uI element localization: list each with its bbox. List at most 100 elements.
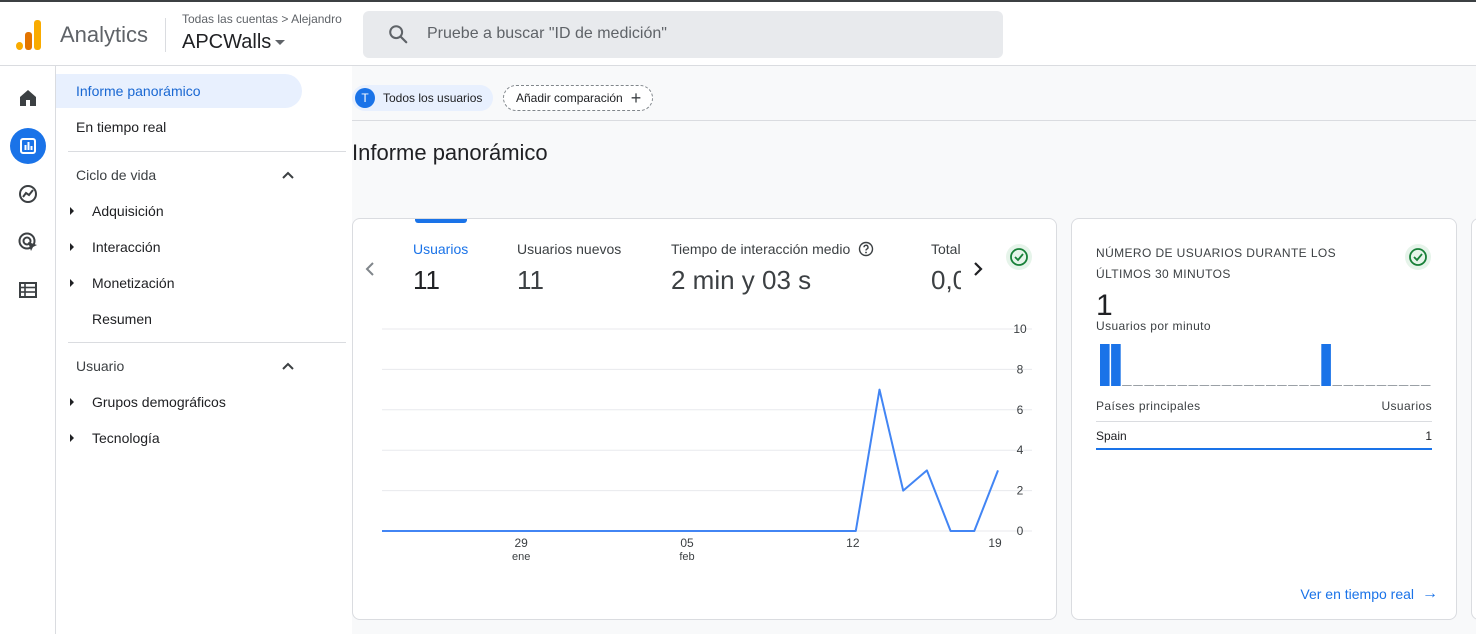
table-row[interactable]: Spain 1	[1096, 429, 1432, 443]
search-input[interactable]: Pruebe a buscar "ID de medición"	[427, 25, 667, 43]
y-tick-label: 4	[1017, 443, 1024, 457]
nav-item-monetization[interactable]: Monetización	[70, 268, 175, 298]
nav-item-overview[interactable]: Informe panorámico	[56, 74, 302, 108]
nav-item-technology[interactable]: Tecnología	[70, 423, 160, 453]
minute-bar[interactable]	[1155, 385, 1165, 386]
check-circle-icon[interactable]	[1006, 244, 1032, 270]
analytics-logo-icon[interactable]	[16, 20, 42, 50]
y-tick-label: 10	[1013, 322, 1027, 336]
reports-nav: Informe panorámico En tiempo real Ciclo …	[56, 66, 352, 634]
minute-bar[interactable]	[1310, 385, 1320, 386]
nav-item-label: Adquisición	[92, 203, 164, 219]
home-icon[interactable]	[10, 80, 46, 116]
nav-item-acquisition[interactable]: Adquisición	[70, 196, 164, 226]
view-realtime-link[interactable]: Ver en tiempo real →	[1300, 585, 1438, 603]
metric-label: Usuarios	[413, 241, 469, 257]
nav-item-realtime[interactable]: En tiempo real	[56, 110, 166, 144]
metric-label-text: Tiempo de interacción medio	[671, 241, 851, 257]
minute-bar[interactable]	[1321, 344, 1331, 386]
minute-bar[interactable]	[1243, 385, 1254, 386]
users-header: Usuarios	[1381, 399, 1432, 413]
minute-bar[interactable]	[1144, 385, 1154, 386]
segment-letter-icon: T	[355, 88, 375, 108]
metric-value: 11	[413, 265, 440, 295]
minute-bar[interactable]	[1177, 385, 1188, 386]
users-cell: 1	[1425, 429, 1432, 443]
arrow-right-icon: →	[1422, 585, 1438, 602]
minute-bar[interactable]	[1232, 385, 1243, 386]
section-lifecycle[interactable]: Ciclo de vida	[76, 160, 294, 190]
metric-tab-engagement-time[interactable]: Tiempo de interacción medio 2 min y 03 s	[671, 241, 874, 296]
segment-chip-all-users[interactable]: T Todos los usuarios	[352, 85, 493, 111]
expand-icon	[70, 434, 74, 442]
metric-tab-users[interactable]: Usuarios 11	[413, 241, 468, 296]
app-name: Analytics	[60, 22, 149, 47]
nav-rail	[0, 66, 56, 634]
nav-item-engagement[interactable]: Interacción	[70, 232, 160, 262]
realtime-user-count: 1	[1096, 289, 1113, 322]
explore-icon[interactable]	[10, 176, 46, 212]
account-selector[interactable]: APCWalls	[182, 31, 286, 54]
chevron-left-icon[interactable]	[363, 259, 377, 279]
expand-icon	[70, 243, 74, 251]
minute-bar[interactable]	[1387, 385, 1398, 386]
minute-bar[interactable]	[1354, 385, 1365, 386]
y-tick-label: 0	[1017, 524, 1024, 538]
minute-bar[interactable]	[1398, 385, 1409, 386]
search-bar[interactable]: Pruebe a buscar "ID de medición"	[363, 11, 1003, 58]
check-circle-icon[interactable]	[1405, 244, 1431, 270]
metric-tab-total[interactable]: Total 0,0	[931, 241, 961, 296]
minute-bar[interactable]	[1365, 385, 1376, 386]
minute-bar[interactable]	[1288, 385, 1298, 386]
minute-bar[interactable]	[1299, 385, 1309, 386]
nav-divider	[68, 342, 346, 343]
advertising-icon[interactable]	[10, 224, 46, 260]
minute-bar[interactable]	[1122, 385, 1132, 386]
nav-item-demographics[interactable]: Grupos demográficos	[70, 387, 226, 417]
minute-bar[interactable]	[1199, 385, 1210, 386]
nav-item-label: Monetización	[92, 275, 175, 291]
minute-bar[interactable]	[1254, 385, 1265, 386]
minute-bar[interactable]	[1133, 385, 1143, 386]
minute-bar[interactable]	[1111, 344, 1121, 386]
minute-bar[interactable]	[1376, 385, 1387, 386]
minute-bar[interactable]	[1188, 385, 1199, 386]
selected-tab-indicator	[415, 219, 467, 223]
reports-icon[interactable]	[10, 128, 46, 164]
header-divider	[352, 120, 1476, 121]
realtime-title: Número de usuarios durante los últimos 3…	[1096, 246, 1337, 281]
expand-icon	[70, 207, 74, 215]
minute-bar[interactable]	[1221, 385, 1232, 386]
x-tick-label: 05	[680, 536, 694, 550]
minute-bar[interactable]	[1277, 385, 1287, 386]
minute-bar[interactable]	[1420, 385, 1431, 386]
x-tick-month-label: feb	[679, 551, 694, 563]
plus-icon: +	[630, 88, 642, 108]
chevron-right-icon[interactable]	[971, 259, 985, 279]
minute-bar[interactable]	[1100, 344, 1110, 386]
help-icon[interactable]	[858, 241, 874, 257]
metric-tab-new-users[interactable]: Usuarios nuevos 11	[517, 241, 621, 296]
breadcrumb[interactable]: Todas las cuentas > Alejandro	[182, 12, 342, 26]
minute-bar[interactable]	[1166, 385, 1176, 386]
minute-bar[interactable]	[1343, 385, 1354, 386]
section-lifecycle-label: Ciclo de vida	[76, 167, 157, 183]
per-minute-label: Usuarios por minuto	[1096, 319, 1211, 333]
minute-bar[interactable]	[1266, 385, 1276, 386]
minute-bar[interactable]	[1332, 385, 1342, 386]
metric-value: 2 min y 03 s	[671, 265, 812, 295]
overview-chart-card: Usuarios 11 Usuarios nuevos 11 Tiempo de…	[352, 218, 1057, 620]
section-user[interactable]: Usuario	[76, 351, 294, 381]
configure-icon[interactable]	[10, 272, 46, 308]
minute-bar[interactable]	[1409, 385, 1420, 386]
nav-item-summary[interactable]: Resumen	[92, 304, 152, 334]
x-tick-month-label: ene	[512, 551, 530, 563]
table-divider	[1096, 421, 1432, 422]
metric-label: Tiempo de interacción medio	[671, 241, 874, 257]
expand-icon	[70, 398, 74, 406]
add-comparison-button[interactable]: Añadir comparación +	[503, 85, 653, 111]
x-tick-label: 12	[846, 536, 860, 550]
search-icon	[389, 25, 408, 44]
minute-bar[interactable]	[1210, 385, 1221, 386]
countries-table-header: Países principales Usuarios	[1096, 399, 1432, 413]
